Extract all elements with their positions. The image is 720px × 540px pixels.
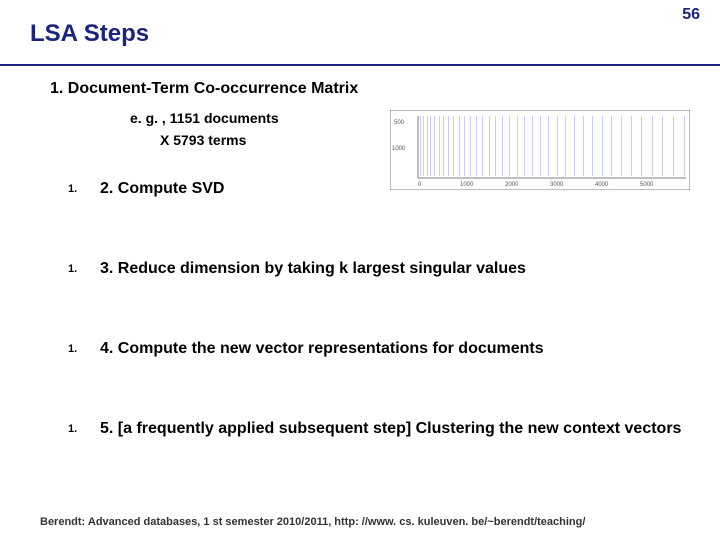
slide-title: LSA Steps bbox=[30, 20, 149, 48]
svg-text:3000: 3000 bbox=[550, 182, 564, 188]
step-1: 1. Document-Term Co-occurrence Matrix bbox=[50, 80, 358, 98]
list-marker: 1. bbox=[68, 183, 100, 195]
step-5-text: 5. [a frequently applied subsequent step… bbox=[100, 420, 681, 438]
step-2-row: 1. 2. Compute SVD bbox=[68, 180, 224, 198]
list-marker: 1. bbox=[68, 343, 100, 355]
title-divider bbox=[0, 64, 720, 66]
step-1-sub-a: e. g. , 1151 documents bbox=[130, 110, 279, 126]
step-5-row: 1. 5. [a frequently applied subsequent s… bbox=[68, 420, 681, 438]
slide-footer: Berendt: Advanced databases, 1 st semest… bbox=[40, 516, 585, 528]
step-4-row: 1. 4. Compute the new vector representat… bbox=[68, 340, 544, 358]
step-3-row: 1. 3. Reduce dimension by taking k large… bbox=[68, 260, 526, 278]
step-1-sub-b: X 5793 terms bbox=[160, 132, 246, 148]
page-number: 56 bbox=[682, 6, 700, 24]
list-marker: 1. bbox=[68, 263, 100, 275]
svg-text:2000: 2000 bbox=[505, 182, 519, 188]
step-2-text: 2. Compute SVD bbox=[100, 180, 224, 198]
step-3-text: 3. Reduce dimension by taking k largest … bbox=[100, 260, 526, 278]
svg-text:1000: 1000 bbox=[392, 146, 406, 152]
step-4-text: 4. Compute the new vector representation… bbox=[100, 340, 544, 358]
svg-text:1000: 1000 bbox=[460, 182, 474, 188]
occurrence-matrix-plot: 500 1000 0 1000 2000 3000 4000 5000 bbox=[390, 110, 690, 190]
svg-text:500: 500 bbox=[394, 120, 405, 126]
svg-text:5000: 5000 bbox=[640, 182, 654, 188]
list-marker: 1. bbox=[68, 423, 100, 435]
svg-text:4000: 4000 bbox=[595, 182, 609, 188]
